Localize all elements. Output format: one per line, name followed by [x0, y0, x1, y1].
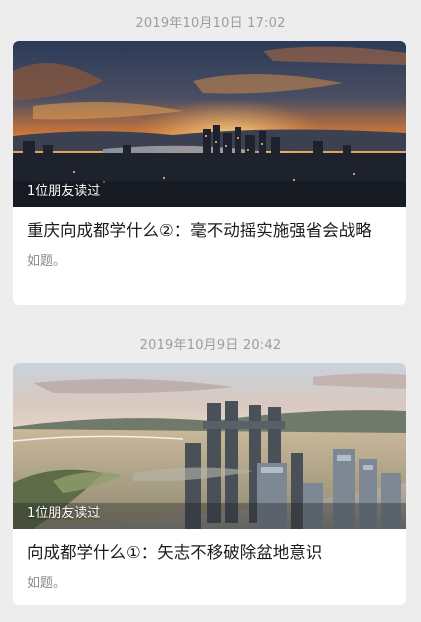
article-summary: 如题。 — [27, 576, 67, 591]
article-title[interactable]: 重庆向成都学什么②：毫不动摇实施强省会战略 — [13, 220, 406, 242]
article-title[interactable]: 向成都学什么①：矢志不移破除盆地意识 — [13, 542, 406, 564]
friends-read-badge: 1位朋友读过 — [27, 506, 101, 521]
article-card[interactable]: 1位朋友读过 向成都学什么①：矢志不移破除盆地意识 如题。 — [13, 363, 406, 605]
article-cover-image[interactable]: 1位朋友读过 — [13, 41, 406, 207]
article-timestamp: 2019年10月9日 20:42 — [139, 338, 282, 353]
friends-read-badge: 1位朋友读过 — [27, 184, 101, 199]
article-feed: 2019年10月10日 17:02 1位朋友读过 重庆向成都学什么②：毫不动摇实… — [0, 0, 421, 622]
article-cover-image[interactable]: 1位朋友读过 — [13, 363, 406, 529]
article-timestamp: 2019年10月10日 17:02 — [135, 16, 286, 31]
article-card[interactable]: 1位朋友读过 重庆向成都学什么②：毫不动摇实施强省会战略 如题。 — [13, 41, 406, 305]
article-summary: 如题。 — [27, 254, 67, 269]
